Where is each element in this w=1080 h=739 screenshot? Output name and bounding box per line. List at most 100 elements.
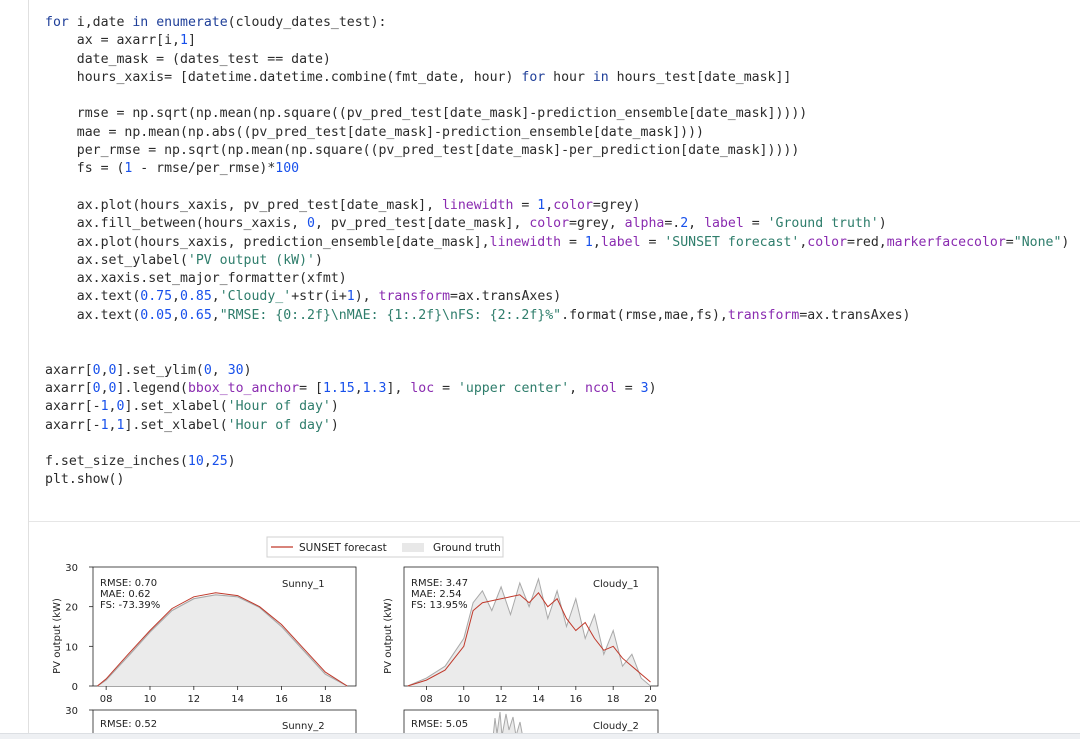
code-token: alpha — [624, 216, 665, 232]
code-token: ], — [386, 380, 411, 396]
code-token: ax.text( — [45, 289, 141, 305]
code-token: bbox_to_anchor — [187, 380, 300, 396]
code-token: ) — [330, 399, 339, 415]
code-line: axarr[0,0].set_ylim(0, 30) — [45, 362, 1069, 380]
code-line: axarr[-1,0].set_xlabel('Hour of day') — [45, 398, 1069, 416]
code-line: plt.show() — [45, 471, 1069, 489]
x-ticks-cloudy-1: 08 10 12 14 16 18 20 — [420, 686, 657, 705]
code-token: ) — [227, 454, 236, 470]
title-cloudy-2: Cloudy_2 — [593, 721, 639, 732]
code-token: hour — [545, 69, 593, 85]
code-token: axarr[- — [45, 399, 101, 415]
code-token: axarr[- — [45, 417, 101, 433]
code-token: in — [592, 69, 609, 85]
code-token: for — [45, 15, 69, 30]
title-sunny-2: Sunny_2 — [282, 721, 325, 732]
code-token: 0 — [108, 380, 117, 396]
code-token: ) — [243, 362, 252, 378]
code-token: 0 — [92, 362, 101, 378]
code-token: 25 — [211, 454, 228, 470]
code-token: ] — [187, 33, 196, 49]
code-token: axarr[ — [45, 380, 93, 396]
code-token: date_mask = (dates_test == date) — [45, 51, 331, 67]
code-line: rmse = np.sqrt(np.mean(np.square((pv_pre… — [45, 105, 1069, 123]
code-line: f.set_size_inches(10,25) — [45, 453, 1069, 471]
code-token: 'Ground truth' — [767, 216, 879, 232]
code-token: 100 — [275, 161, 300, 177]
code-token: ].set_ylim( — [116, 362, 204, 378]
ylabel-sunny-1: PV output (kW) — [52, 598, 63, 674]
code-line: ax.text(0.05,0.65,"RMSE: {0:.2f}\nMAE: {… — [45, 307, 1069, 325]
code-token: per_rmse = np.sqrt(np.mean(np.square((pv… — [45, 143, 800, 159]
code-token: 'upper center' — [457, 380, 570, 396]
xtick-label-sunny-1: 12 — [187, 694, 200, 705]
xtick-label-cloudy-1: 16 — [569, 694, 582, 705]
code-line: axarr[0,0].legend(bbox_to_anchor= [1.15,… — [45, 380, 1069, 398]
code-token: , — [172, 289, 180, 305]
code-line: per_rmse = np.sqrt(np.mean(np.square((pv… — [45, 142, 1069, 160]
code-token: 0 — [203, 362, 212, 378]
code-token: 2 — [680, 216, 689, 232]
code-line: for i,date in enumerate(cloudy_dates_tes… — [45, 14, 1069, 32]
code-token: f.set_size_inches( — [45, 454, 188, 470]
code-token: 'PV output (kW)' — [187, 252, 315, 268]
code-token: ), — [354, 289, 379, 305]
code-token: = — [616, 380, 641, 396]
xtick-label-cloudy-1: 14 — [532, 694, 545, 705]
code-token: 0 — [108, 362, 117, 378]
code-token: 1 — [584, 234, 593, 250]
legend-forecast-label: SUNSET forecast — [299, 542, 387, 554]
xtick-label-sunny-1: 18 — [319, 694, 332, 705]
legend-truth-label: Ground truth — [433, 542, 501, 554]
code-token: ax.xaxis.set_major_formatter(xfmt) — [45, 271, 347, 287]
code-line: ax = axarr[i,1] — [45, 32, 1069, 50]
code-token: i,date — [68, 15, 133, 30]
code-line: axarr[-1,1].set_xlabel('Hour of day') — [45, 417, 1069, 435]
code-token: 0 — [307, 216, 315, 232]
code-token: 10 — [187, 454, 204, 470]
code-token: ax.set_ylabel( — [45, 252, 188, 268]
code-token: = — [513, 197, 538, 213]
legend: SUNSET forecast Ground truth — [266, 536, 504, 558]
code-token: label — [704, 216, 744, 232]
code-token: ax.text( — [45, 307, 141, 323]
code-token: ) — [330, 417, 339, 433]
horizontal-scrollbar[interactable] — [0, 733, 1080, 739]
code-token: 1 — [100, 417, 109, 433]
code-token: transform — [378, 289, 451, 305]
xtick-label-sunny-1: 10 — [144, 694, 157, 705]
xtick-label-cloudy-1: 20 — [644, 694, 657, 705]
code-token: label — [600, 234, 641, 250]
code-token: rmse = np.sqrt(np.mean(np.square((pv_pre… — [45, 106, 808, 122]
code-token: ncol — [585, 380, 617, 396]
code-token: , — [688, 216, 705, 232]
code-token: 'SUNSET forecast' — [664, 234, 800, 250]
code-token: , — [100, 380, 109, 396]
rmse-cloudy-2: RMSE: 5.05 — [411, 719, 468, 730]
code-token: markerfacecolor — [886, 234, 1006, 250]
code-token: , — [211, 362, 228, 378]
code-token: in — [132, 15, 149, 30]
code-token: ) — [648, 380, 657, 396]
code-token: color — [553, 197, 593, 213]
code-token: 'Cloudy_' — [219, 289, 292, 305]
code-token: , — [354, 380, 363, 396]
code-line: ax.xaxis.set_major_formatter(xfmt) — [45, 270, 1069, 288]
code-token: ax = axarr[i, — [45, 33, 180, 49]
code-line: date_mask = (dates_test == date) — [45, 51, 1069, 69]
code-block[interactable]: for i,date in enumerate(cloudy_dates_tes… — [45, 14, 1069, 490]
code-token: ) — [878, 216, 887, 232]
code-token: +str(i+ — [291, 289, 347, 305]
code-token: 1.3 — [362, 380, 387, 396]
code-line: ax.fill_between(hours_xaxis, 0, pv_pred_… — [45, 215, 1069, 233]
code-token: , — [172, 307, 180, 323]
code-token: transform — [727, 307, 800, 323]
code-token: mae = np.mean(np.abs((pv_pred_test[date_… — [45, 124, 704, 140]
code-token: =ax.transAxes) — [799, 307, 911, 323]
code-token: linewidth — [489, 234, 562, 250]
code-token: 0.05 — [140, 307, 173, 323]
